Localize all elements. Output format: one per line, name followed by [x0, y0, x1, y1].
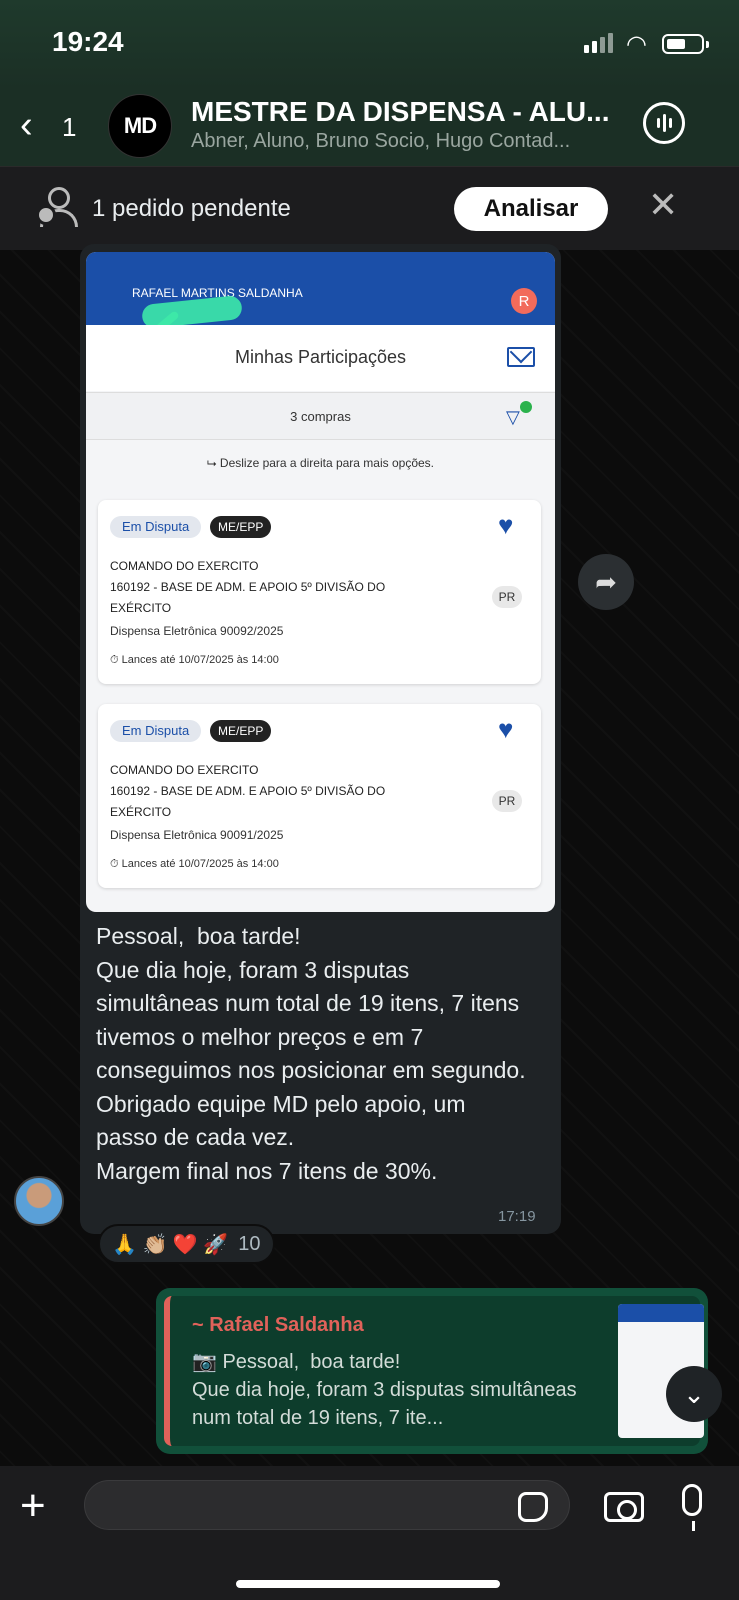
- reaction-emojis: 🙏 👏🏼 ❤️ 🚀: [112, 1233, 229, 1256]
- org-line: 160192 - BASE DE ADM. E APOIO 5º DIVISÃO…: [110, 784, 386, 819]
- home-indicator: [236, 1580, 500, 1588]
- reactions[interactable]: 🙏 👏🏼 ❤️ 🚀 10: [98, 1224, 275, 1264]
- quoted-text: 📷 Pessoal, boa tarde! Que dia hoje, fora…: [192, 1348, 602, 1432]
- organization: COMANDO DO EXERCITO 160192 - BASE DE ADM…: [110, 760, 440, 823]
- deadline-text: Lances até 10/07/2025 às 14:00: [121, 858, 279, 870]
- close-icon[interactable]: ✕: [648, 187, 678, 223]
- app-topbar: RAFAEL MARTINS SALDANHA R: [86, 252, 555, 342]
- back-chevron-icon[interactable]: ‹: [20, 106, 33, 144]
- org-line: COMANDO DO EXERCITO: [110, 559, 259, 573]
- quoted-message[interactable]: ~ Rafael Saldanha 📷 Pessoal, boa tarde! …: [164, 1296, 704, 1446]
- quoted-author: ~ Rafael Saldanha: [192, 1314, 364, 1336]
- message-input[interactable]: [84, 1480, 570, 1530]
- tag-badge: ME/EPP: [210, 720, 272, 742]
- pending-text: 1 pedido pendente: [92, 195, 291, 222]
- deadline: ⏱ Lances até 10/07/2025 às 14:00: [110, 858, 279, 870]
- app-filter-bar: 3 compras ▽: [86, 392, 555, 440]
- group-members[interactable]: Abner, Aluno, Bruno Socio, Hugo Contad..…: [191, 130, 621, 153]
- forward-icon[interactable]: ➦: [578, 554, 634, 610]
- group-avatar[interactable]: MD: [108, 94, 172, 158]
- reply-message-bubble[interactable]: ~ Rafael Saldanha 📷 Pessoal, boa tarde! …: [156, 1288, 708, 1454]
- plus-icon[interactable]: +: [20, 1484, 46, 1528]
- chevron-down-icon[interactable]: ⌄: [666, 1366, 722, 1422]
- message-image[interactable]: RAFAEL MARTINS SALDANHA R Minhas Partici…: [86, 252, 555, 912]
- org-line: 160192 - BASE DE ADM. E APOIO 5º DIVISÃO…: [110, 580, 386, 615]
- deadline: ⏱ Lances até 10/07/2025 às 14:00: [110, 654, 279, 666]
- state-badge: PR: [492, 790, 522, 812]
- status-time: 19:24: [52, 26, 124, 57]
- app-title-bar: Minhas Participações: [86, 325, 555, 391]
- camera-small-icon: 📷: [192, 1351, 223, 1373]
- wifi-icon: ◠: [626, 31, 647, 58]
- sticker-icon[interactable]: [518, 1492, 548, 1522]
- org-line: COMANDO DO EXERCITO: [110, 763, 259, 777]
- battery-icon: [662, 34, 709, 54]
- sender-avatar[interactable]: [14, 1176, 64, 1226]
- app-title: Minhas Participações: [234, 347, 407, 367]
- mail-icon: [507, 347, 535, 367]
- microphone-icon[interactable]: [682, 1484, 702, 1531]
- message-text: Pessoal, boa tarde! Que dia hoje, foram …: [96, 923, 526, 1184]
- swipe-hint: ⮡ Deslize para a direita para mais opçõe…: [206, 456, 435, 470]
- tag-badge: ME/EPP: [210, 516, 272, 538]
- unread-count[interactable]: 1: [62, 112, 76, 143]
- status-badge: Em Disputa: [110, 516, 202, 538]
- purchases-count: 3 compras: [290, 409, 351, 424]
- composer-bar: +: [0, 1466, 739, 1600]
- organization: COMANDO DO EXERCITO 160192 - BASE DE ADM…: [110, 556, 440, 619]
- dispensa-number: Dispensa Eletrônica 90091/2025: [110, 828, 284, 842]
- chat-header: ‹ 1 MD MESTRE DA DISPENSA - ALU... Abner…: [0, 88, 739, 166]
- participation-card: Em Disputa ME/EPP ♥ COMANDO DO EXERCITO …: [98, 500, 541, 684]
- dispensa-number: Dispensa Eletrônica 90092/2025: [110, 624, 284, 638]
- status-bar: 19:24 ◠: [0, 0, 739, 88]
- heart-icon: ♥: [498, 714, 514, 744]
- heart-icon: ♥: [498, 510, 514, 540]
- signal-icon: [584, 33, 613, 53]
- participation-card: Em Disputa ME/EPP ♥ COMANDO DO EXERCITO …: [98, 704, 541, 888]
- state-badge: PR: [492, 586, 522, 608]
- voice-chat-icon[interactable]: [643, 102, 685, 144]
- quoted-text-content: Pessoal, boa tarde! Que dia hoje, foram …: [192, 1351, 577, 1429]
- reaction-count: 10: [238, 1232, 261, 1255]
- pending-requests-bar: 1 pedido pendente Analisar ✕: [0, 166, 739, 250]
- group-title[interactable]: MESTRE DA DISPENSA - ALU...: [191, 96, 621, 128]
- app-user-avatar: R: [511, 288, 537, 314]
- message-time: 17:19: [498, 1208, 536, 1225]
- pending-users-icon: [36, 187, 82, 227]
- camera-icon[interactable]: [604, 1492, 644, 1522]
- filter-icon: ▽: [506, 401, 532, 428]
- chat-screen: 19:24 ◠ ‹ 1 MD MESTRE DA DISPENSA - ALU.…: [0, 0, 739, 1600]
- status-badge: Em Disputa: [110, 720, 202, 742]
- analyze-button[interactable]: Analisar: [454, 187, 608, 231]
- deadline-text: Lances até 10/07/2025 às 14:00: [121, 654, 279, 666]
